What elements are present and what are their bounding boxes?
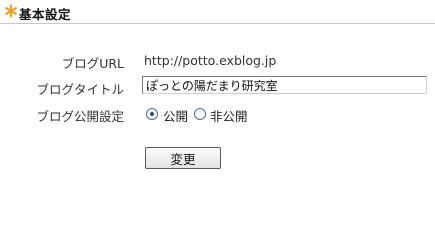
section-header: 基本設定 — [0, 0, 435, 24]
blog-visibility-label: ブログ公開設定 — [36, 109, 124, 124]
star-icon — [5, 4, 17, 18]
private-radio[interactable] — [194, 108, 206, 120]
blog-title-input[interactable] — [142, 76, 427, 94]
section-title: 基本設定 — [19, 7, 72, 22]
change-button[interactable]: 変更 — [145, 147, 221, 169]
blog-title-label: ブログタイトル — [36, 82, 124, 97]
private-radio-label[interactable]: 非公開 — [210, 106, 248, 125]
blog-url-value: http://potto.exblog.jp — [144, 53, 277, 68]
blog-url-label: ブログURL — [61, 56, 124, 71]
public-radio-label[interactable]: 公開 — [163, 106, 188, 125]
public-radio[interactable] — [146, 108, 158, 120]
